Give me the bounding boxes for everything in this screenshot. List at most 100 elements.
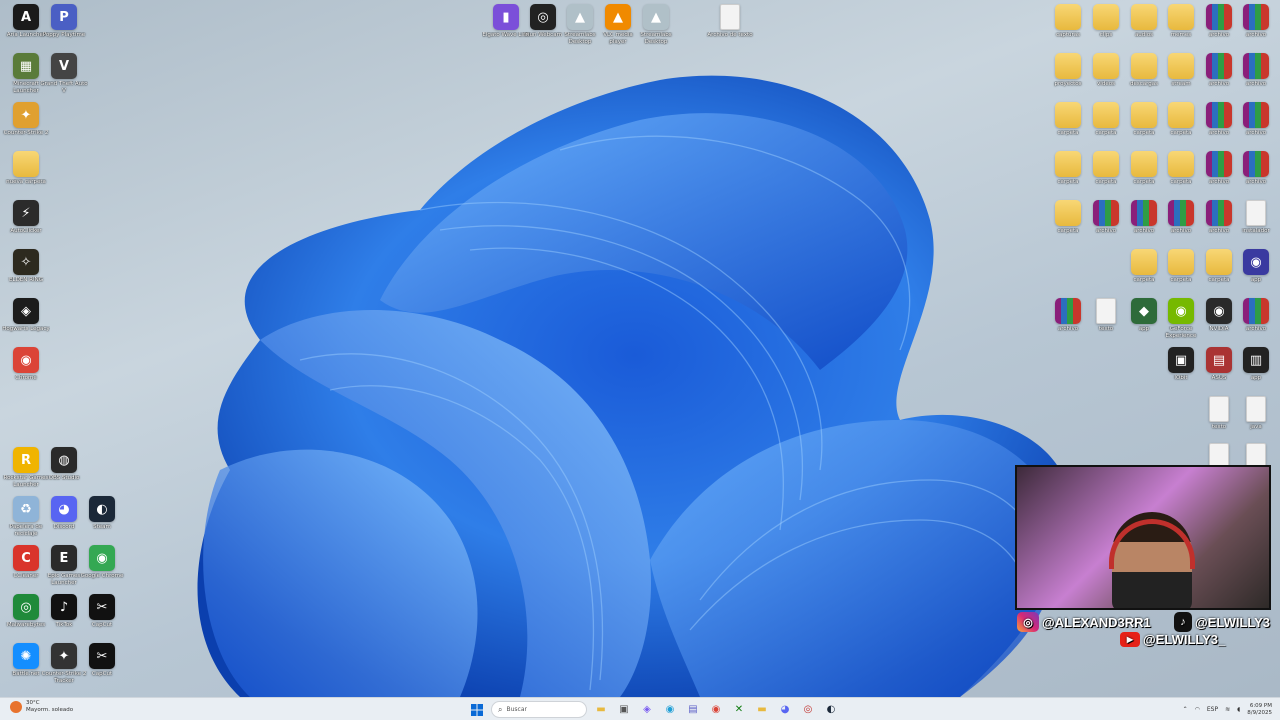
desktop-shortcut[interactable]: archivo: [1234, 151, 1278, 186]
desktop-shortcut-label: Counter-Strike 2: [3, 130, 49, 136]
weather-temperature: 30°C: [26, 700, 40, 706]
tiktok-handle: ♪ @ELWILLY3: [1174, 612, 1270, 632]
nvidia-icon: ◉: [1206, 298, 1232, 324]
folder-icon: [1206, 249, 1232, 275]
winrar-icon: [1206, 200, 1232, 226]
desktop-shortcut-label: instalador: [1242, 228, 1270, 234]
desktop-shortcut[interactable]: archivo: [1234, 102, 1278, 137]
desktop-shortcut[interactable]: archivo: [1234, 53, 1278, 88]
desktop-shortcut[interactable]: nueva carpeta: [4, 151, 48, 186]
file-explorer-icon: ▬: [596, 704, 606, 715]
task-view-icon: ▣: [619, 704, 629, 715]
desktop-shortcut-label: ELDEN RING: [9, 277, 43, 283]
discord-icon: ◕: [51, 496, 77, 522]
battlenet-icon: ✺: [13, 643, 39, 669]
taskbar-app-copilot[interactable]: ◈: [638, 701, 656, 719]
desktop-shortcut[interactable]: ✦ Counter-Strike 2: [4, 102, 48, 137]
desktop-shortcut[interactable]: ▲ Streamlabs Desktop: [634, 4, 678, 45]
tiktok-icon: ♪: [51, 594, 77, 620]
network-icon[interactable]: ◠: [1195, 706, 1200, 713]
desktop[interactable]: A Aria Launcher P Poppy Playtime ▦ Minecraft …: [0, 0, 1280, 697]
instagram-icon: ◎: [1017, 612, 1039, 632]
desktop-shortcut[interactable]: ✧ ELDEN RING: [4, 249, 48, 284]
taskbar-app-folder[interactable]: ▬: [753, 701, 771, 719]
folder-icon: [1055, 4, 1081, 30]
social-handles-overlay: ◎ @ALEXAND3RR1 ♪ @ELWILLY3 ▶ @ELWILLY3_: [1017, 612, 1280, 652]
folder-icon: [1131, 4, 1157, 30]
desktop-shortcut-label: nueva carpeta: [6, 179, 46, 185]
chevron-up-icon[interactable]: ⌃: [1183, 706, 1188, 713]
winrar-icon: [1243, 53, 1269, 79]
youtube-handle: ▶ @ELWILLY3_: [1120, 632, 1225, 647]
desktop-shortcut[interactable]: ◉ Chrome: [4, 347, 48, 382]
folder-icon: [1131, 53, 1157, 79]
chrome-icon: ◉: [711, 704, 721, 715]
vlc-icon: ▲: [605, 4, 631, 30]
winrar-icon: [1168, 200, 1194, 226]
document-icon: [720, 4, 740, 30]
wave-link-icon: ▮: [493, 4, 519, 30]
winrar-icon: [1206, 53, 1232, 79]
taskbar-app-xbox[interactable]: ✕: [730, 701, 748, 719]
taskbar-app-teams[interactable]: ▤: [684, 701, 702, 719]
google-chrome-icon: ◉: [89, 545, 115, 571]
desktop-shortcut[interactable]: archivo: [1234, 4, 1278, 39]
start-button[interactable]: [468, 701, 486, 719]
folder-icon: [1168, 4, 1194, 30]
desktop-shortcut[interactable]: ⚡ AutoClicker: [4, 200, 48, 235]
desktop-shortcut[interactable]: Archivo de texto: [707, 4, 753, 39]
desktop-shortcut[interactable]: java: [1234, 396, 1278, 431]
system-tray: ⌃ ◠ ESP ≋ ◖ 6:09 PM 8/9/2025: [1183, 700, 1272, 719]
desktop-shortcut[interactable]: V Grand Theft Auto V: [40, 53, 88, 94]
desktop-shortcut[interactable]: ✂ CapCut: [80, 643, 124, 678]
volume-icon[interactable]: ◖: [1237, 706, 1240, 713]
desktop-shortcut[interactable]: ▥ app: [1234, 347, 1278, 382]
folder-icon: [1168, 102, 1194, 128]
taskbar-search[interactable]: ⌕ Buscar: [491, 701, 587, 718]
clock-date: 8/9/2025: [1247, 709, 1272, 716]
a-letter-icon: A: [13, 4, 39, 30]
desktop-shortcut[interactable]: P Poppy Playtime: [42, 4, 86, 39]
desktop-shortcut[interactable]: ◉ Google Chrome: [80, 545, 124, 580]
taskbar-app-chrome[interactable]: ◉: [707, 701, 725, 719]
folder-icon: [1055, 200, 1081, 226]
taskbar-app-steam[interactable]: ◐: [822, 701, 840, 719]
desktop-shortcut[interactable]: ◍ OBS Studio: [42, 447, 86, 482]
weather-description: Mayorm. soleado: [26, 707, 74, 713]
taskbar-app-edge[interactable]: ◉: [661, 701, 679, 719]
folder-icon: [1168, 53, 1194, 79]
edge-icon: ◉: [665, 704, 675, 715]
language-indicator[interactable]: ESP: [1207, 706, 1218, 713]
desktop-shortcut[interactable]: ◐ Steam: [80, 496, 124, 531]
taskbar-app-discord[interactable]: ◕: [776, 701, 794, 719]
desktop-shortcut[interactable]: instalador: [1234, 200, 1278, 235]
ccleaner-icon: C: [13, 545, 39, 571]
streamlabs-icon: ▲: [643, 4, 669, 30]
desktop-shortcut[interactable]: archivo: [1234, 298, 1278, 333]
desktop-shortcut[interactable]: ◉ app: [1234, 249, 1278, 284]
folder-icon: [1131, 249, 1157, 275]
winrar-icon: [1206, 4, 1232, 30]
webcam-icon: ◎: [530, 4, 556, 30]
desktop-shortcut-label: archivo: [1245, 81, 1267, 87]
taskbar-app-streamlabs[interactable]: ◎: [799, 701, 817, 719]
capcut-icon: ✂: [89, 643, 115, 669]
desktop-shortcut[interactable]: ◈ Hogwarts Legacy: [2, 298, 50, 333]
weather-widget[interactable]: 30°C Mayorm. soleado: [10, 700, 73, 714]
elden-ring-icon: ✧: [13, 249, 39, 275]
desktop-shortcut[interactable]: ✂ CapCut: [80, 594, 124, 629]
wifi-icon[interactable]: ≋: [1225, 706, 1230, 713]
poppy-icon: P: [51, 4, 77, 30]
desktop-shortcut-label: app: [1250, 277, 1262, 283]
desktop-shortcut-label: Streamlabs Desktop: [640, 32, 672, 45]
desktop-shortcut-label: Archivo de texto: [707, 32, 753, 38]
desktop-shortcut-label: archivo: [1245, 130, 1267, 136]
clock[interactable]: 6:09 PM 8/9/2025: [1247, 703, 1272, 717]
taskbar-app-file-explorer[interactable]: ▬: [592, 701, 610, 719]
desktop-shortcut-label: archivo: [1245, 179, 1267, 185]
taskbar-app-task-view[interactable]: ▣: [615, 701, 633, 719]
teams-icon: ▤: [688, 704, 698, 715]
search-icon: ⌕: [498, 704, 503, 714]
folder-icon: [1055, 102, 1081, 128]
gta-icon: V: [51, 53, 77, 79]
